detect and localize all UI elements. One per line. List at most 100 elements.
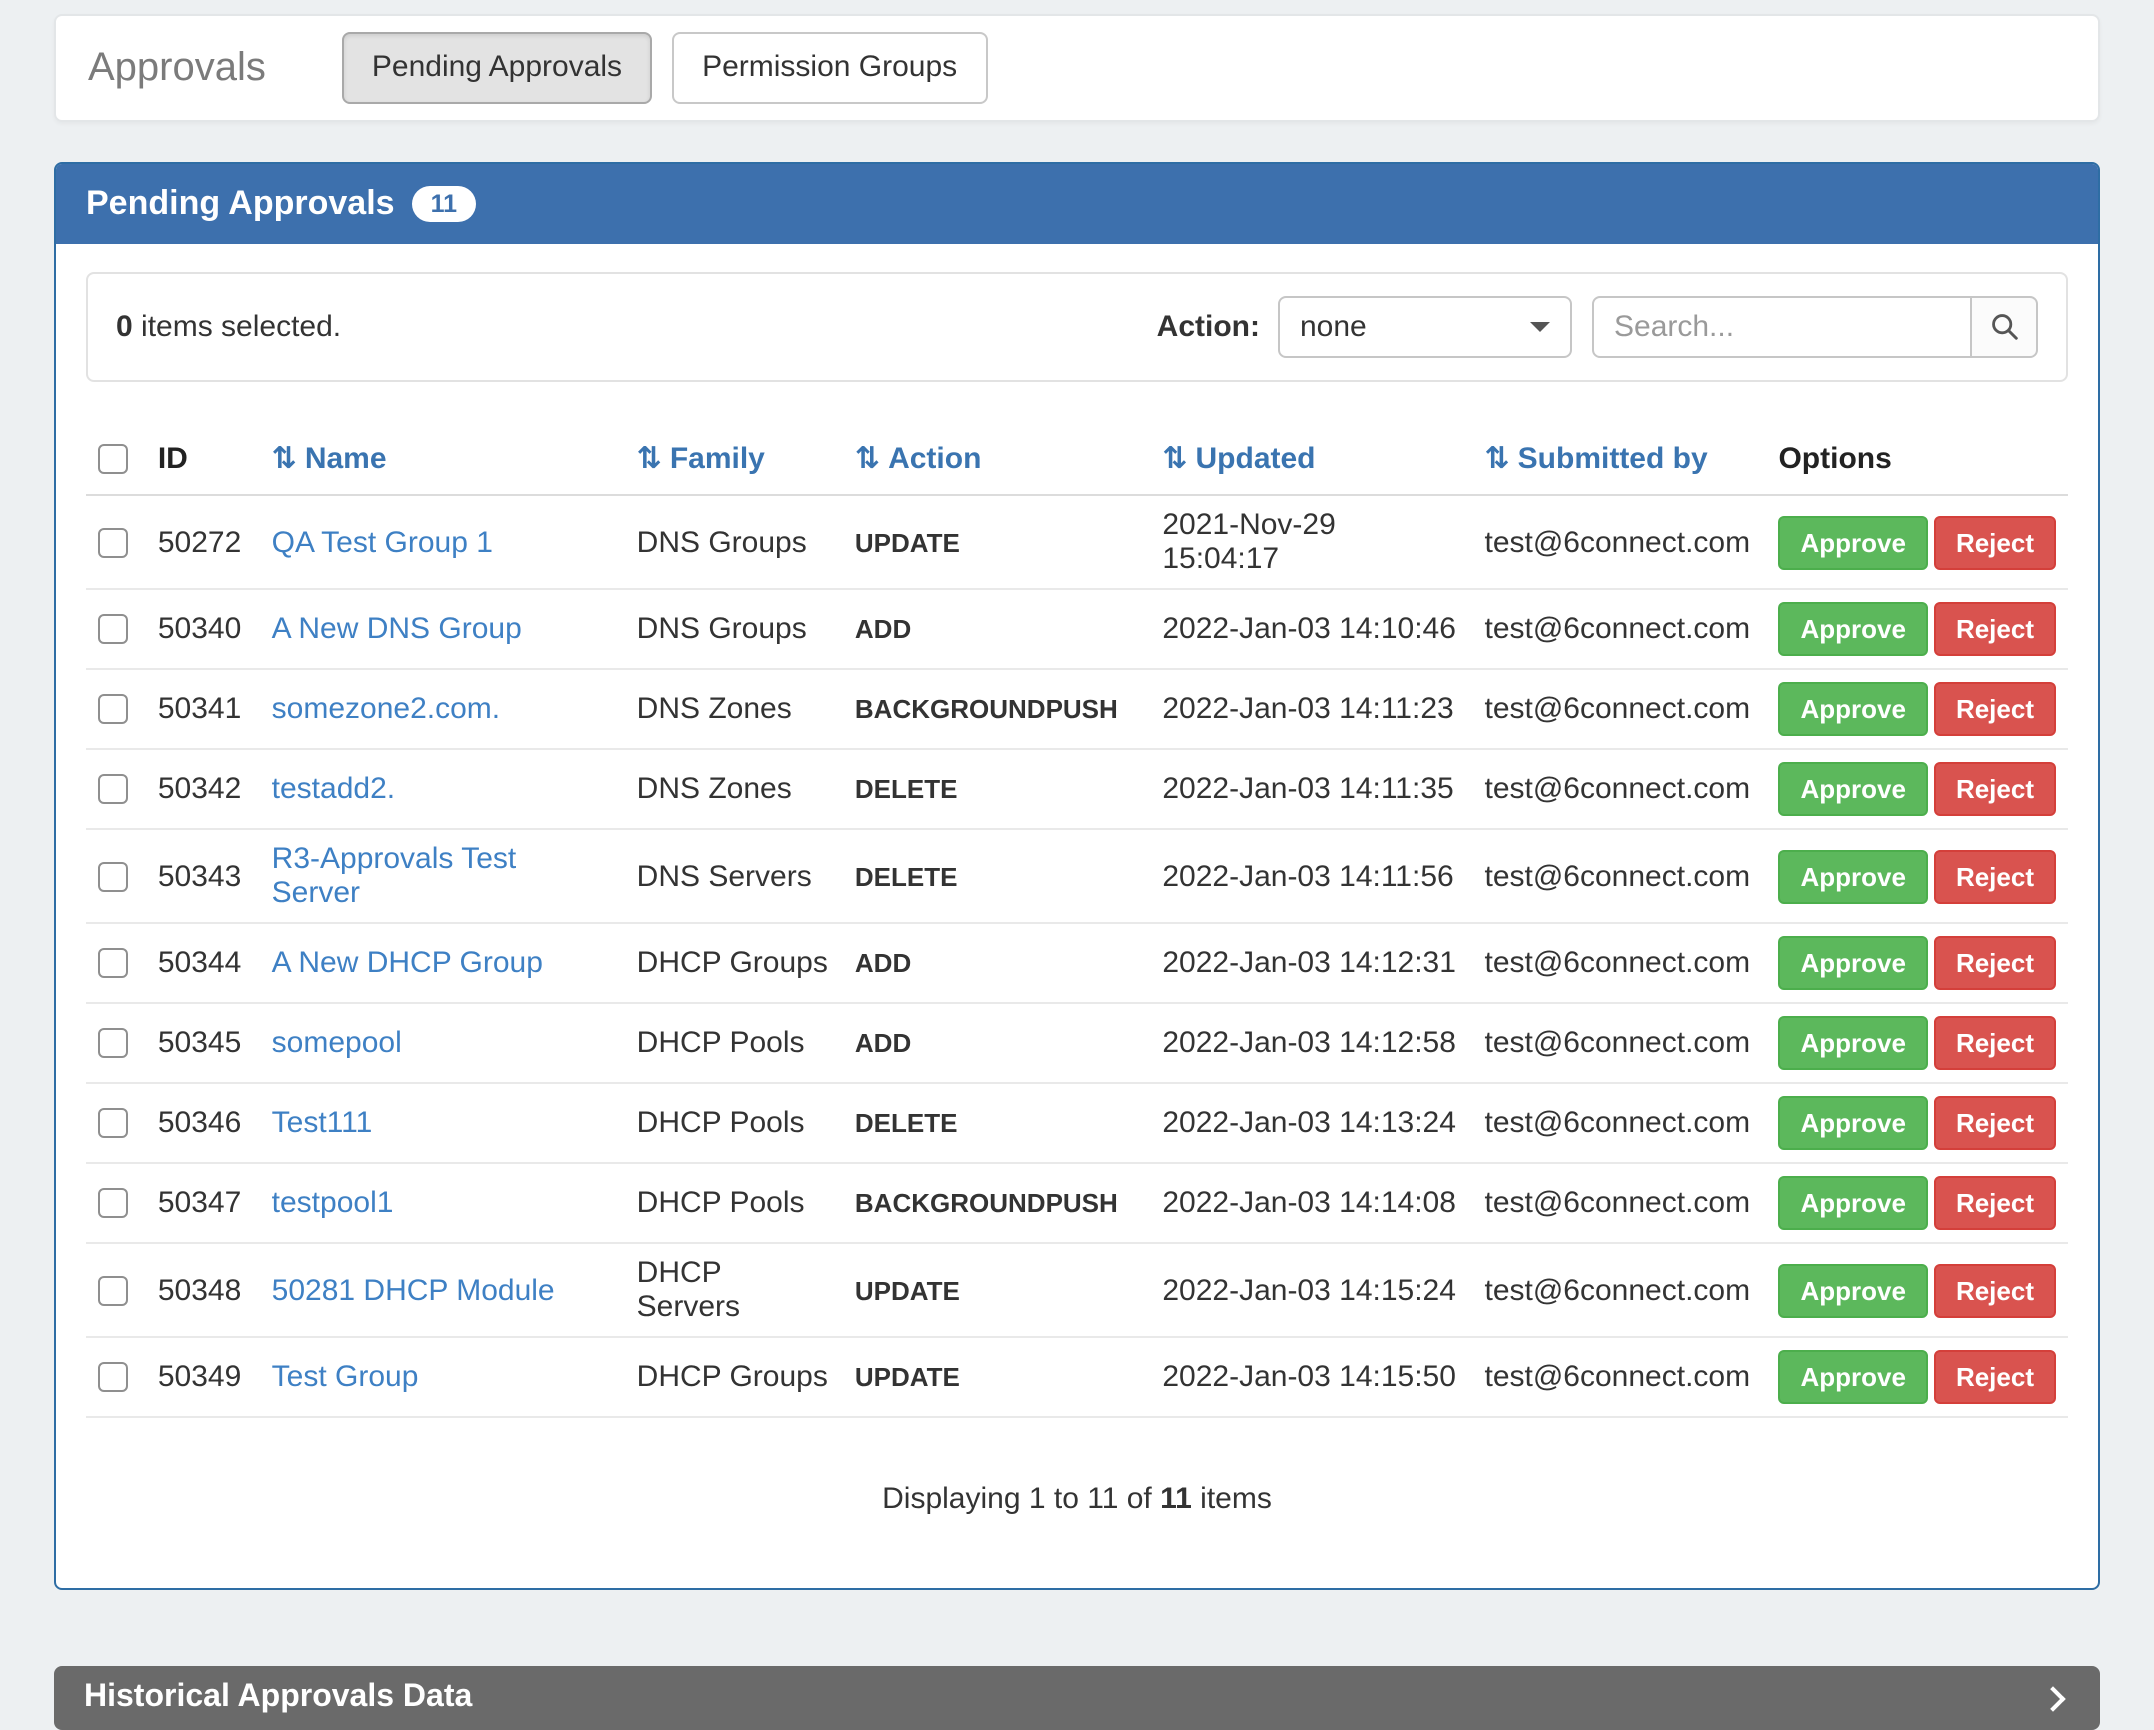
row-submitted-by: test@6connect.com	[1473, 1003, 1767, 1083]
table-row: 50349 Test Group DHCP Groups UPDATE 2022…	[86, 1337, 2068, 1417]
row-submitted-by: test@6connect.com	[1473, 923, 1767, 1003]
reject-button[interactable]: Reject	[1934, 515, 2056, 569]
reject-button[interactable]: Reject	[1934, 936, 2056, 990]
col-submitted-by[interactable]: ⇅Submitted by	[1473, 422, 1767, 495]
tab-pending-approvals[interactable]: Pending Approvals	[342, 33, 652, 104]
row-family: DHCP Groups	[625, 923, 843, 1003]
row-id: 50346	[146, 1083, 260, 1163]
approve-button[interactable]: Approve	[1778, 1350, 1927, 1404]
table-row: 50342 testadd2. DNS Zones DELETE 2022-Ja…	[86, 749, 2068, 829]
row-checkbox[interactable]	[98, 1362, 128, 1392]
row-name-link[interactable]: testpool1	[272, 1186, 394, 1220]
reject-button[interactable]: Reject	[1934, 762, 2056, 816]
reject-button[interactable]: Reject	[1934, 682, 2056, 736]
table-row: 50348 50281 DHCP Module DHCP Servers UPD…	[86, 1243, 2068, 1337]
col-action[interactable]: ⇅Action	[843, 422, 1150, 495]
row-updated: 2022-Jan-03 14:15:24	[1150, 1243, 1472, 1337]
approve-button[interactable]: Approve	[1778, 849, 1927, 903]
table-row: 50341 somezone2.com. DNS Zones BACKGROUN…	[86, 669, 2068, 749]
col-name[interactable]: ⇅Name	[260, 422, 625, 495]
row-checkbox[interactable]	[98, 861, 128, 891]
toolbar: 0 items selected. Action: none	[86, 272, 2068, 382]
col-updated[interactable]: ⇅Updated	[1150, 422, 1472, 495]
search-icon	[1989, 312, 2019, 342]
approve-button[interactable]: Approve	[1778, 515, 1927, 569]
reject-button[interactable]: Reject	[1934, 1176, 2056, 1230]
row-name-link[interactable]: Test Group	[272, 1360, 419, 1394]
row-checkbox[interactable]	[98, 694, 128, 724]
select-all-checkbox[interactable]	[98, 443, 128, 473]
row-name-link[interactable]: Test111	[272, 1106, 373, 1140]
row-checkbox[interactable]	[98, 1275, 128, 1305]
reject-button[interactable]: Reject	[1934, 602, 2056, 656]
action-select[interactable]: none	[1278, 296, 1572, 358]
reject-button[interactable]: Reject	[1934, 849, 2056, 903]
approve-button[interactable]: Approve	[1778, 762, 1927, 816]
row-action: ADD	[843, 923, 1150, 1003]
row-updated: 2022-Jan-03 14:11:23	[1150, 669, 1472, 749]
row-id: 50347	[146, 1163, 260, 1243]
row-family: DHCP Pools	[625, 1083, 843, 1163]
row-name-link[interactable]: somezone2.com.	[272, 692, 500, 726]
pending-approvals-panel: Pending Approvals 11 0 items selected. A…	[54, 162, 2100, 1590]
row-name-link[interactable]: 50281 DHCP Module	[272, 1273, 555, 1307]
row-checkbox[interactable]	[98, 774, 128, 804]
row-checkbox[interactable]	[98, 948, 128, 978]
row-updated: 2022-Jan-03 14:12:31	[1150, 923, 1472, 1003]
reject-button[interactable]: Reject	[1934, 1016, 2056, 1070]
selected-info: 0 items selected.	[116, 310, 341, 344]
reject-button[interactable]: Reject	[1934, 1096, 2056, 1150]
caret-down-icon	[1530, 322, 1550, 332]
row-name-link[interactable]: QA Test Group 1	[272, 525, 493, 559]
row-family: DNS Servers	[625, 829, 843, 923]
approve-button[interactable]: Approve	[1778, 602, 1927, 656]
reject-button[interactable]: Reject	[1934, 1350, 2056, 1404]
row-action: DELETE	[843, 829, 1150, 923]
row-id: 50349	[146, 1337, 260, 1417]
approve-button[interactable]: Approve	[1778, 936, 1927, 990]
row-submitted-by: test@6connect.com	[1473, 495, 1767, 589]
row-name-link[interactable]: testadd2.	[272, 772, 395, 806]
row-submitted-by: test@6connect.com	[1473, 1163, 1767, 1243]
sort-icon: ⇅	[1485, 440, 1510, 476]
table-header-row: ID ⇅Name ⇅Family ⇅Action ⇅Updated ⇅Submi…	[86, 422, 2068, 495]
action-label: Action:	[1157, 310, 1260, 344]
row-name-link[interactable]: A New DNS Group	[272, 612, 522, 646]
search-button[interactable]	[1972, 296, 2038, 358]
row-id: 50344	[146, 923, 260, 1003]
approvals-table: ID ⇅Name ⇅Family ⇅Action ⇅Updated ⇅Submi…	[86, 422, 2068, 1418]
approvals-page: Approvals Pending Approvals Permission G…	[0, 0, 2154, 1520]
tab-permission-groups[interactable]: Permission Groups	[672, 33, 987, 104]
row-action: UPDATE	[843, 1243, 1150, 1337]
row-submitted-by: test@6connect.com	[1473, 669, 1767, 749]
col-family[interactable]: ⇅Family	[625, 422, 843, 495]
historical-approvals-bar[interactable]: Historical Approvals Data	[54, 1666, 2100, 1730]
row-action: BACKGROUNDPUSH	[843, 1163, 1150, 1243]
search-input[interactable]	[1592, 296, 1972, 358]
approve-button[interactable]: Approve	[1778, 1176, 1927, 1230]
row-updated: 2021-Nov-29 15:04:17	[1150, 495, 1472, 589]
row-checkbox[interactable]	[98, 1188, 128, 1218]
approve-button[interactable]: Approve	[1778, 682, 1927, 736]
row-checkbox[interactable]	[98, 527, 128, 557]
table-row: 50343 R3-Approvals Test Server DNS Serve…	[86, 829, 2068, 923]
sort-icon: ⇅	[272, 440, 297, 476]
row-checkbox[interactable]	[98, 1108, 128, 1138]
reject-button[interactable]: Reject	[1934, 1263, 2056, 1317]
row-id: 50348	[146, 1243, 260, 1337]
row-name-link[interactable]: R3-Approvals Test Server	[272, 842, 517, 910]
row-name-link[interactable]: somepool	[272, 1026, 402, 1060]
row-submitted-by: test@6connect.com	[1473, 1243, 1767, 1337]
approve-button[interactable]: Approve	[1778, 1096, 1927, 1150]
approve-button[interactable]: Approve	[1778, 1016, 1927, 1070]
row-family: DHCP Pools	[625, 1163, 843, 1243]
approve-button[interactable]: Approve	[1778, 1263, 1927, 1317]
table-row: 50344 A New DHCP Group DHCP Groups ADD 2…	[86, 923, 2068, 1003]
row-action: DELETE	[843, 1083, 1150, 1163]
pagination-summary: Displaying 1 to 11 of 11 items	[86, 1418, 2068, 1588]
row-checkbox[interactable]	[98, 1028, 128, 1058]
row-name-link[interactable]: A New DHCP Group	[272, 946, 543, 980]
toolbar-right: Action: none	[1157, 296, 2038, 358]
row-checkbox[interactable]	[98, 614, 128, 644]
row-family: DNS Zones	[625, 749, 843, 829]
